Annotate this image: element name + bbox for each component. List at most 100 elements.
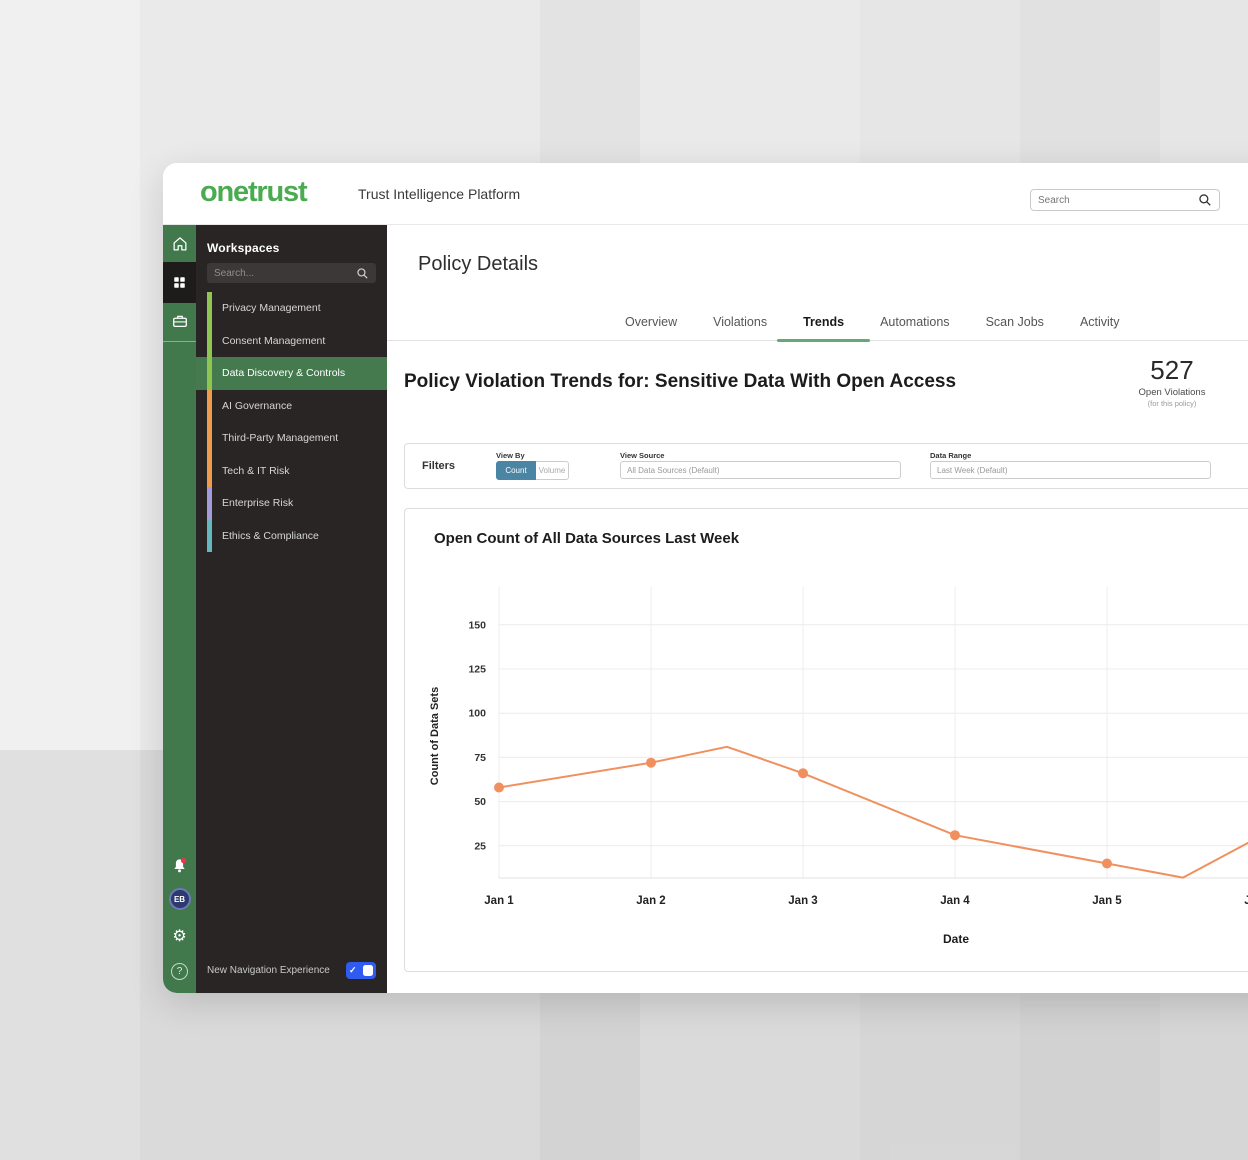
new-navigation-toggle[interactable]: ✓: [346, 962, 376, 979]
help-button[interactable]: ?: [163, 955, 196, 987]
platform-name: Trust Intelligence Platform: [358, 186, 520, 202]
workspace-color-strip: [207, 520, 212, 553]
tab-scan-jobs[interactable]: Scan Jobs: [986, 304, 1044, 341]
x-tick-jan-3: Jan 3: [788, 895, 817, 907]
workspaces-sidebar: Workspaces Privacy Management Consent Man…: [196, 225, 387, 993]
workspace-color-strip: [207, 422, 212, 455]
notifications-button[interactable]: [163, 849, 196, 881]
x-tick-jan-6: Jan 6: [1244, 895, 1248, 907]
tab-violations[interactable]: Violations: [713, 304, 767, 341]
x-tick-jan-5: Jan 5: [1092, 895, 1122, 907]
rail-divider: [163, 341, 196, 342]
y-tick-125: 125: [468, 664, 486, 676]
toggle-knob: [363, 965, 373, 976]
workspace-item-label: Privacy Management: [222, 302, 321, 314]
user-avatar[interactable]: EB: [169, 888, 191, 910]
sidebar-item-consent-management[interactable]: Consent Management: [196, 325, 387, 358]
filters-label: Filters: [422, 460, 455, 472]
sidebar-item-ai-governance[interactable]: AI Governance: [196, 390, 387, 423]
workspace-item-label: Tech & IT Risk: [222, 465, 290, 477]
settings-gear-icon: ⚙: [172, 929, 186, 945]
workspaces-nav-button[interactable]: [163, 262, 196, 303]
x-tick-jan-2: Jan 2: [636, 895, 665, 907]
workspace-color-strip: [207, 455, 212, 488]
stat-value: 527: [1120, 355, 1224, 386]
workspace-item-label: AI Governance: [222, 400, 292, 412]
trend-line: [499, 747, 1248, 878]
app-header: onetrust Trust Intelligence Platform: [163, 163, 1248, 225]
home-icon: [171, 235, 189, 253]
briefcase-icon: [171, 312, 189, 330]
trends-heading: Policy Violation Trends for: Sensitive D…: [404, 371, 956, 393]
stat-sublabel: (for this policy): [1120, 399, 1224, 408]
sidebar-footer: New Navigation Experience ✓: [207, 962, 376, 979]
filters-panel: Filters View By Count Volume View Source…: [404, 443, 1248, 489]
help-icon: ?: [171, 963, 188, 980]
view-source-label: View Source: [620, 451, 664, 460]
volume-toggle-button[interactable]: Volume: [536, 461, 569, 480]
new-navigation-label: New Navigation Experience: [207, 965, 330, 976]
app-window: onetrust Trust Intelligence Platform: [163, 163, 1248, 993]
tab-overview[interactable]: Overview: [625, 304, 677, 341]
global-search[interactable]: [1030, 189, 1220, 211]
data-point-x4-y31[interactable]: [950, 830, 960, 840]
workspace-color-strip: [207, 292, 212, 325]
settings-button[interactable]: ⚙: [163, 921, 196, 953]
stat-label: Open Violations: [1120, 387, 1224, 398]
data-point-x5-y15[interactable]: [1102, 859, 1112, 869]
sidebar-item-third-party-management[interactable]: Third-Party Management: [196, 422, 387, 455]
workspace-color-strip: [207, 325, 212, 358]
y-tick-75: 75: [474, 752, 486, 764]
notifications-bell-icon: [170, 856, 189, 875]
workspace-item-label: Consent Management: [222, 335, 325, 347]
workspace-color-strip: [207, 487, 212, 520]
data-point-x1-y58[interactable]: [494, 783, 504, 793]
main-content: Policy Details Overview Violations Trends A…: [387, 225, 1248, 993]
view-by-label: View By: [496, 451, 525, 460]
home-nav-button[interactable]: [163, 228, 196, 260]
y-tick-50: 50: [474, 796, 486, 808]
chart-title: Open Count of All Data Sources Last Week: [434, 530, 739, 547]
workspace-item-label: Ethics & Compliance: [222, 530, 319, 542]
notification-dot: [181, 857, 186, 862]
sidebar-item-data-discovery-controls[interactable]: Data Discovery & Controls: [196, 357, 387, 390]
count-toggle-button[interactable]: Count: [496, 461, 536, 480]
workspace-list: Privacy Management Consent Management Data…: [196, 292, 387, 552]
view-by-toggle: Count Volume: [496, 461, 569, 480]
onetrust-logo: onetrust: [200, 176, 306, 209]
apps-grid-icon: [172, 275, 187, 290]
sidebar-item-ethics-compliance[interactable]: Ethics & Compliance: [196, 520, 387, 553]
x-tick-jan-1: Jan 1: [484, 895, 514, 907]
user-profile-button[interactable]: EB: [163, 883, 196, 915]
search-icon: [356, 267, 369, 280]
workspace-item-label: Third-Party Management: [222, 432, 338, 444]
sidebar-item-enterprise-risk[interactable]: Enterprise Risk: [196, 487, 387, 520]
y-tick-25: 25: [474, 840, 486, 852]
view-source-select[interactable]: [620, 461, 901, 479]
tab-automations[interactable]: Automations: [880, 304, 949, 341]
data-point-x2-y72[interactable]: [646, 758, 656, 768]
trend-chart-card: Open Count of All Data Sources Last Week…: [404, 508, 1248, 972]
y-tick-100: 100: [468, 708, 486, 720]
trend-line-chart: 255075100125150Jan 1Jan 2Jan 3Jan 4Jan 5…: [405, 509, 1248, 972]
workspace-search-input[interactable]: [214, 268, 356, 279]
y-axis-title: Count of Data Sets: [429, 687, 441, 785]
tab-bar: Overview Violations Trends Automations Scan …: [387, 304, 1248, 341]
sidebar-item-tech-it-risk[interactable]: Tech & IT Risk: [196, 455, 387, 488]
data-point-x3-y66[interactable]: [798, 768, 808, 778]
search-icon[interactable]: [1198, 193, 1212, 207]
open-violations-stat: 527 Open Violations (for this policy): [1120, 355, 1224, 408]
projects-nav-button[interactable]: [163, 305, 196, 337]
workspace-item-label: Enterprise Risk: [222, 497, 293, 509]
global-search-input[interactable]: [1038, 195, 1198, 206]
icon-rail: EB ⚙ ?: [163, 225, 196, 993]
x-axis-title: Date: [943, 932, 969, 946]
page-title: Policy Details: [418, 253, 538, 276]
tab-activity[interactable]: Activity: [1080, 304, 1120, 341]
tab-trends[interactable]: Trends: [803, 304, 844, 341]
sidebar-title: Workspaces: [207, 241, 279, 255]
data-range-select[interactable]: [930, 461, 1211, 479]
workspace-search[interactable]: [207, 263, 376, 283]
sidebar-item-privacy-management[interactable]: Privacy Management: [196, 292, 387, 325]
workspace-item-label: Data Discovery & Controls: [222, 367, 345, 379]
